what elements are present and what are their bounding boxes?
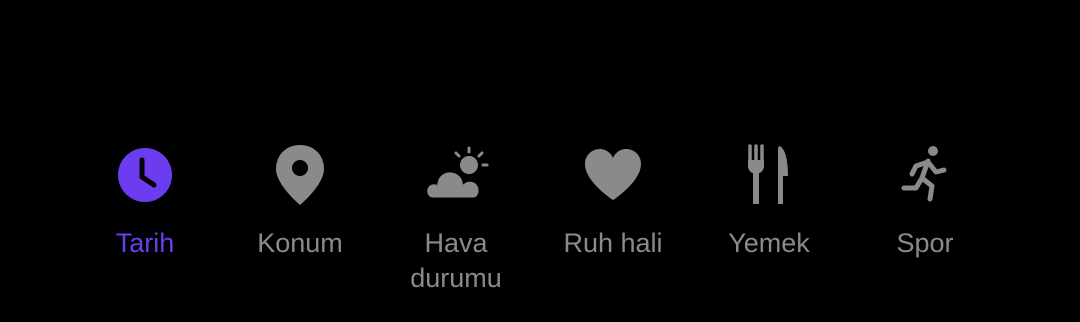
tab-location[interactable]: Konum xyxy=(225,140,375,261)
location-pin-icon xyxy=(265,140,335,210)
tab-weather-label: Hava durumu xyxy=(410,228,502,293)
fork-knife-icon xyxy=(734,140,804,210)
tab-weather[interactable]: Hava durumu xyxy=(381,140,531,296)
heart-icon xyxy=(578,140,648,210)
tab-mood[interactable]: Ruh hali xyxy=(538,140,688,261)
tab-sports[interactable]: Spor xyxy=(850,140,1000,261)
tab-mood-label: Ruh hali xyxy=(563,228,663,258)
tab-date[interactable]: Tarih xyxy=(70,140,220,261)
tab-date-label: Tarih xyxy=(115,228,175,258)
weather-partly-cloudy-icon xyxy=(421,140,491,210)
tab-sports-label: Spor xyxy=(896,228,954,258)
clock-icon xyxy=(110,140,180,210)
running-person-icon xyxy=(890,140,960,210)
tab-location-label: Konum xyxy=(257,228,343,258)
tab-food[interactable]: Yemek xyxy=(694,140,844,261)
category-tab-bar: Tarih Konum Hava durumu Ruh hali Yemek S… xyxy=(0,0,1080,322)
tab-food-label: Yemek xyxy=(728,228,810,258)
